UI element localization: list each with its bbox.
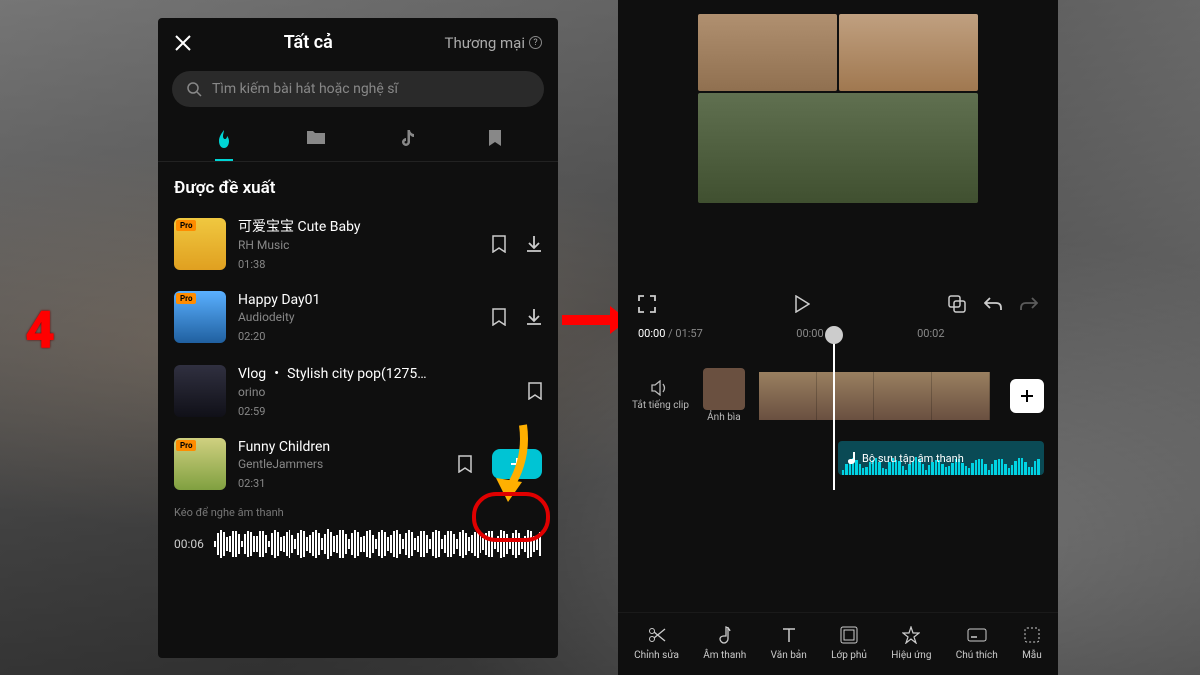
scissors-icon — [648, 625, 666, 645]
category-tabs — [158, 115, 558, 162]
tool-overlay[interactable]: Lớp phủ — [831, 625, 867, 661]
song-row[interactable]: Vlog ・ Stylish city pop(1275… orino 02:5… — [158, 353, 558, 428]
undo-button[interactable] — [984, 296, 1002, 312]
section-title: Được đề xuất — [158, 162, 558, 206]
audio-track[interactable]: Bộ sưu tập âm thanh — [838, 441, 1044, 475]
tool-effects[interactable]: Hiệu ứng — [891, 625, 931, 661]
bookmark-button[interactable] — [492, 308, 506, 326]
overlay-icon — [840, 625, 858, 645]
add-clip-button[interactable] — [1010, 379, 1044, 413]
folder-icon — [306, 129, 326, 145]
tool-template[interactable]: Mẫu — [1022, 625, 1042, 661]
play-button[interactable] — [794, 295, 810, 313]
waveform-bars — [214, 529, 542, 559]
song-thumbnail: Pro — [174, 291, 226, 343]
search-placeholder: Tìm kiếm bài hát hoặc nghệ sĩ — [212, 81, 398, 97]
song-artist: Audiodeity — [238, 310, 480, 324]
tab-folder[interactable] — [306, 129, 326, 161]
tiktok-icon — [399, 129, 415, 149]
mute-clip-button[interactable]: Tắt tiếng clip — [632, 380, 689, 411]
info-icon: ? — [529, 36, 542, 49]
download-button[interactable] — [526, 235, 542, 253]
song-duration: 01:38 — [238, 258, 480, 271]
waveform-time: 00:06 — [174, 537, 204, 551]
cover-button[interactable]: Ảnh bìa — [703, 368, 745, 423]
tool-audio[interactable]: Âm thanh — [703, 625, 746, 661]
bookmark-button[interactable] — [458, 455, 472, 473]
timeline[interactable]: Tắt tiếng clip Ảnh bìa Bộ sưu tập âm tha… — [618, 348, 1058, 491]
song-duration: 02:59 — [238, 405, 516, 418]
plus-icon — [1019, 388, 1035, 404]
text-icon — [781, 625, 797, 645]
download-button[interactable] — [526, 308, 542, 326]
yellow-arrow-annotation — [478, 420, 538, 510]
song-artist: RH Music — [238, 238, 480, 252]
tab-trending[interactable] — [215, 129, 233, 161]
panel-title: Tất cả — [184, 32, 433, 53]
music-library-panel: Tất cả Thương mại ? Tìm kiếm bài hát hoặ… — [158, 18, 558, 658]
search-icon — [186, 81, 202, 97]
song-artist: GentleJammers — [238, 457, 446, 471]
tab-bookmark[interactable] — [488, 129, 502, 161]
preview-frame — [698, 14, 837, 91]
song-artist: orino — [238, 385, 516, 399]
speaker-icon — [651, 380, 669, 396]
tool-text[interactable]: Văn bản — [771, 625, 807, 661]
song-row[interactable]: Pro 可爱宝宝 Cute Baby RH Music 01:38 — [158, 206, 558, 281]
song-thumbnail: Pro — [174, 218, 226, 270]
bookmark-button[interactable] — [492, 235, 506, 253]
video-preview — [618, 0, 1058, 285]
playhead[interactable] — [833, 340, 835, 490]
step-number-annotation: 4 — [25, 300, 55, 361]
preview-frame — [839, 14, 978, 91]
redo-button[interactable] — [1020, 296, 1038, 312]
caption-icon — [967, 625, 987, 645]
bookmark-icon — [488, 129, 502, 147]
search-input[interactable]: Tìm kiếm bài hát hoặc nghệ sĩ — [172, 71, 544, 107]
bottom-toolbar: Chỉnh sửa Âm thanh Văn bản Lớp phủ Hiệu … — [618, 612, 1058, 675]
waveform-preview[interactable]: 00:06 — [158, 521, 558, 575]
song-duration: 02:20 — [238, 330, 480, 343]
star-icon — [902, 625, 920, 645]
song-title: Funny Children — [238, 439, 446, 455]
template-icon — [1023, 625, 1041, 645]
song-duration: 02:31 — [238, 477, 446, 490]
tool-edit[interactable]: Chỉnh sửa — [634, 625, 679, 661]
note-icon — [718, 625, 732, 645]
video-clip-strip[interactable] — [759, 372, 990, 420]
preview-frame — [698, 93, 978, 203]
fullscreen-button[interactable] — [638, 295, 656, 313]
song-title: Vlog ・ Stylish city pop(1275… — [238, 363, 516, 383]
tab-tiktok[interactable] — [399, 129, 415, 161]
music-note-icon — [846, 451, 858, 465]
commercial-tab[interactable]: Thương mại ? — [445, 34, 542, 52]
video-editor-panel: 00:00 / 01:57 00:00 00:02 Tắt tiếng clip… — [618, 0, 1058, 675]
song-row[interactable]: Pro Happy Day01 Audiodeity 02:20 — [158, 281, 558, 353]
song-title: 可爱宝宝 Cute Baby — [238, 216, 480, 236]
copy-button[interactable] — [948, 295, 966, 313]
song-thumbnail — [174, 365, 226, 417]
song-title: Happy Day01 — [238, 292, 480, 308]
flame-icon — [215, 129, 233, 149]
bookmark-button[interactable] — [528, 382, 542, 400]
tool-caption[interactable]: Chú thích — [956, 625, 998, 661]
song-thumbnail: Pro — [174, 438, 226, 490]
